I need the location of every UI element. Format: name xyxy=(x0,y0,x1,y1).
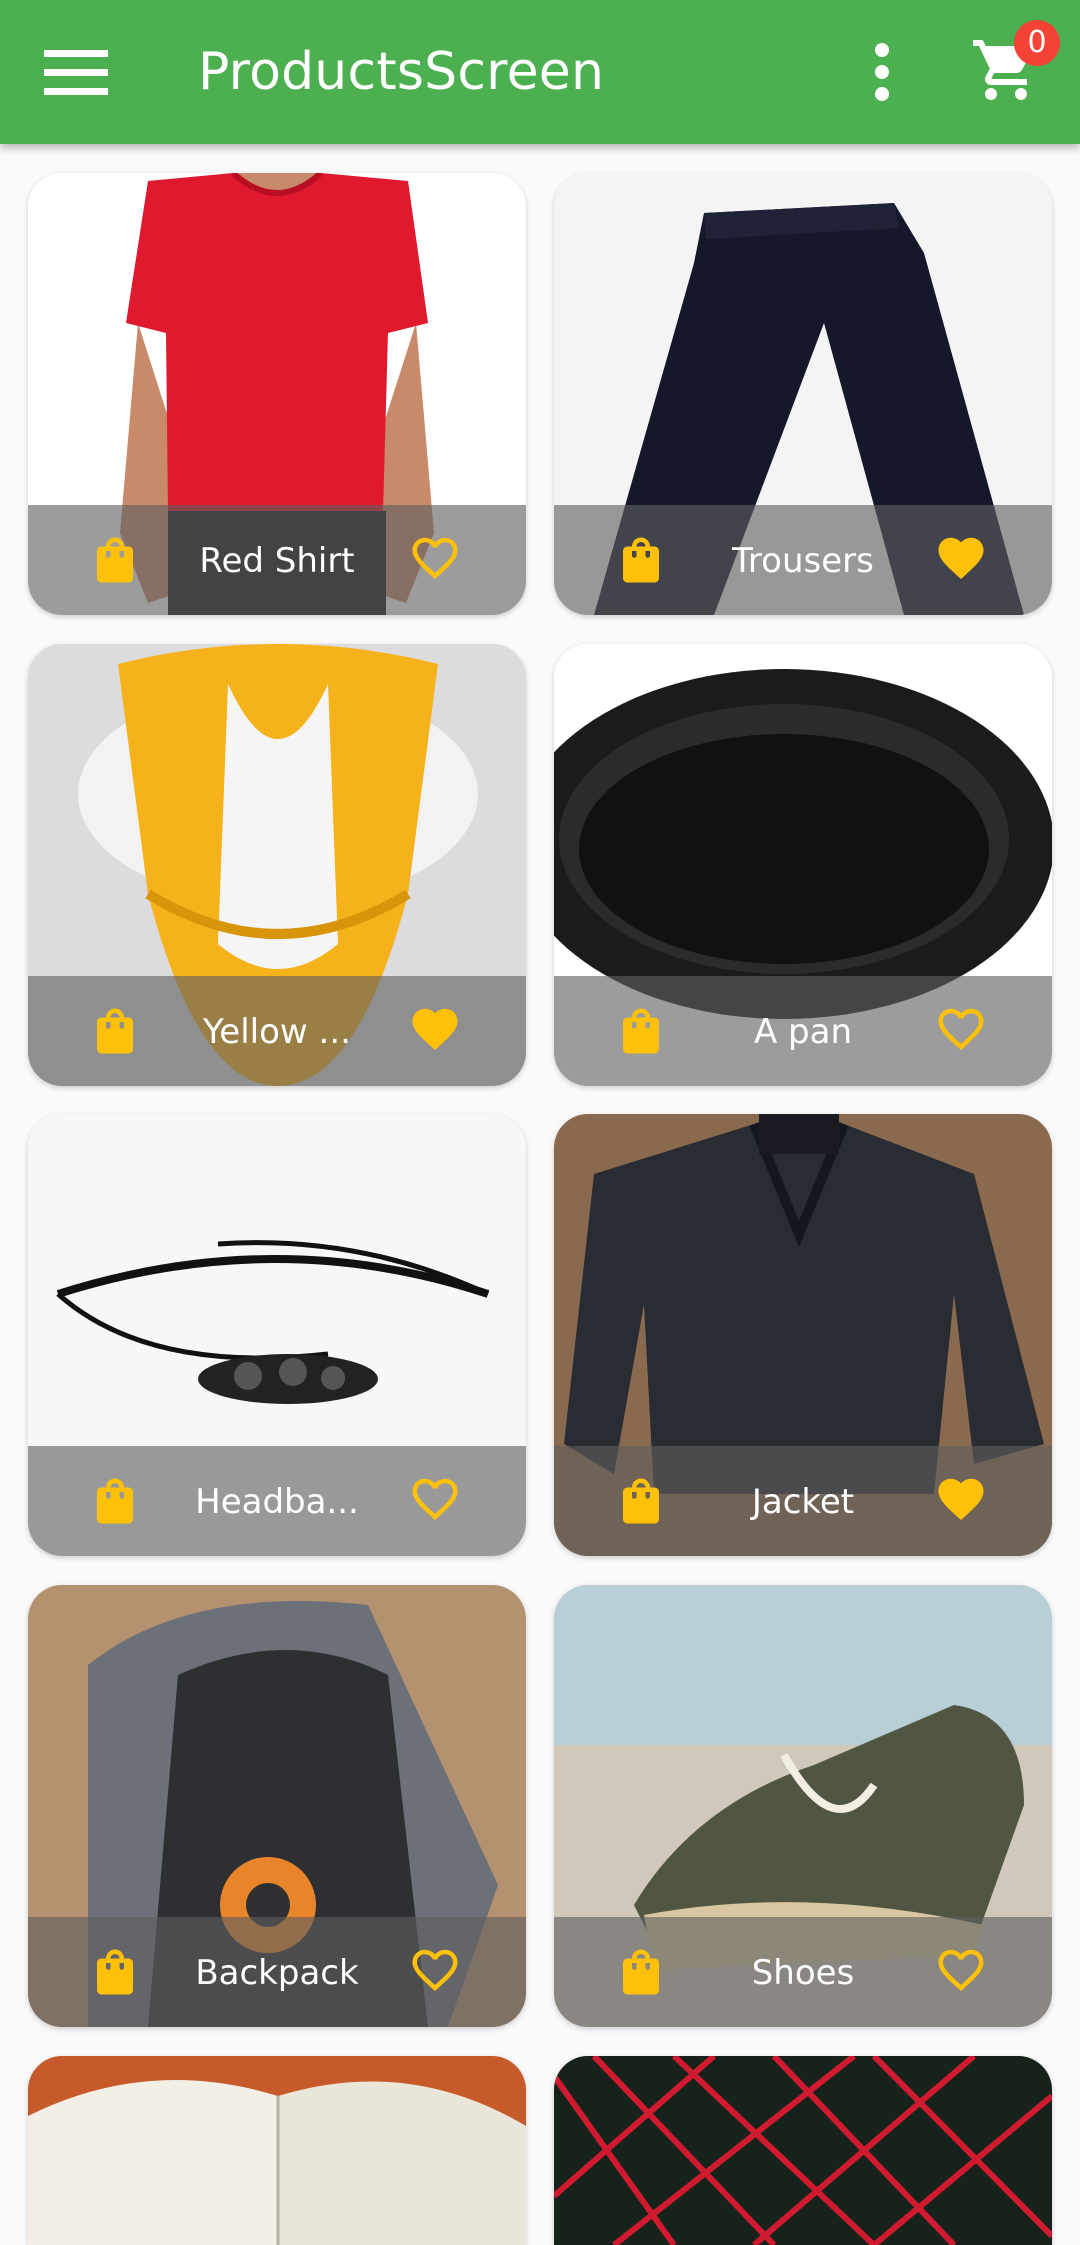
heart-outline-icon xyxy=(412,537,458,580)
shopping-bag-icon xyxy=(623,1949,659,1995)
product-name: A pan xyxy=(753,1012,853,1052)
product-card[interactable]: Jacket xyxy=(554,1114,1052,1556)
heart-filled-icon xyxy=(938,1478,984,1521)
product-name: Shoes xyxy=(751,1953,855,1993)
shopping-bag-icon xyxy=(97,1008,133,1054)
cart-count-badge: 0 xyxy=(1014,20,1060,66)
card-footer: Jacket xyxy=(554,1446,1052,1556)
favorite-button[interactable] xyxy=(932,1943,990,1997)
cart-button[interactable]: 0 xyxy=(966,20,1062,120)
card-footer: Red Shirt xyxy=(28,505,526,615)
card-footer: Trousers xyxy=(554,505,1052,615)
product-name: Trousers xyxy=(732,541,874,581)
card-footer: Backpack xyxy=(28,1917,526,2027)
favorite-button[interactable] xyxy=(932,1472,990,1526)
add-to-cart-button[interactable] xyxy=(614,1945,668,1999)
product-card[interactable]: Backpack xyxy=(28,1585,526,2027)
card-footer: Shoes xyxy=(554,1917,1052,2027)
shopping-bag-icon xyxy=(97,1478,133,1524)
heart-filled-icon xyxy=(412,1008,458,1051)
add-to-cart-button[interactable] xyxy=(88,1945,142,1999)
card-footer: Yellow ... xyxy=(28,976,526,1086)
shopping-bag-icon xyxy=(623,1478,659,1524)
product-card[interactable]: Trousers xyxy=(554,173,1052,615)
card-footer: Headba... xyxy=(28,1446,526,1556)
favorite-button[interactable] xyxy=(406,531,464,585)
more-vert-icon xyxy=(875,43,889,101)
product-grid: Red Shirt Trousers Yellow ... A pan Head… xyxy=(0,0,1080,2245)
add-to-cart-button[interactable] xyxy=(614,533,668,587)
page-title: ProductsScreen xyxy=(198,42,605,102)
product-card[interactable]: Shoes xyxy=(554,1585,1052,2027)
add-to-cart-button[interactable] xyxy=(88,533,142,587)
heart-filled-icon xyxy=(938,537,984,580)
add-to-cart-button[interactable] xyxy=(614,1004,668,1058)
heart-outline-icon xyxy=(938,1949,984,1992)
product-card[interactable] xyxy=(554,2056,1052,2245)
favorite-button[interactable] xyxy=(406,1002,464,1056)
product-name: Backpack xyxy=(195,1953,359,1993)
heart-outline-icon xyxy=(412,1949,458,1992)
add-to-cart-button[interactable] xyxy=(614,1474,668,1528)
add-to-cart-button[interactable] xyxy=(88,1474,142,1528)
hammock-image xyxy=(554,2056,1052,2245)
favorite-button[interactable] xyxy=(932,1002,990,1056)
card-footer: A pan xyxy=(554,976,1052,1086)
product-card[interactable]: A pan xyxy=(554,644,1052,1086)
book-image xyxy=(28,2056,526,2245)
product-card[interactable] xyxy=(28,2056,526,2245)
product-name: Yellow ... xyxy=(203,1012,351,1052)
shopping-bag-icon xyxy=(623,1008,659,1054)
shopping-bag-icon xyxy=(97,537,133,583)
menu-icon xyxy=(44,50,108,95)
product-card[interactable]: Headba... xyxy=(28,1114,526,1556)
heart-outline-icon xyxy=(938,1008,984,1051)
shopping-bag-icon xyxy=(97,1949,133,1995)
product-card[interactable]: Yellow ... xyxy=(28,644,526,1086)
menu-button[interactable] xyxy=(28,32,124,112)
more-options-button[interactable] xyxy=(852,28,912,116)
shopping-bag-icon xyxy=(623,537,659,583)
favorite-button[interactable] xyxy=(406,1943,464,1997)
product-name: Jacket xyxy=(751,1482,855,1522)
favorite-button[interactable] xyxy=(932,531,990,585)
product-name: Headba... xyxy=(195,1482,359,1522)
favorite-button[interactable] xyxy=(406,1472,464,1526)
heart-outline-icon xyxy=(412,1478,458,1521)
product-name: Red Shirt xyxy=(199,541,355,581)
add-to-cart-button[interactable] xyxy=(88,1004,142,1058)
product-card[interactable]: Red Shirt xyxy=(28,173,526,615)
app-bar: ProductsScreen 0 xyxy=(0,0,1080,144)
